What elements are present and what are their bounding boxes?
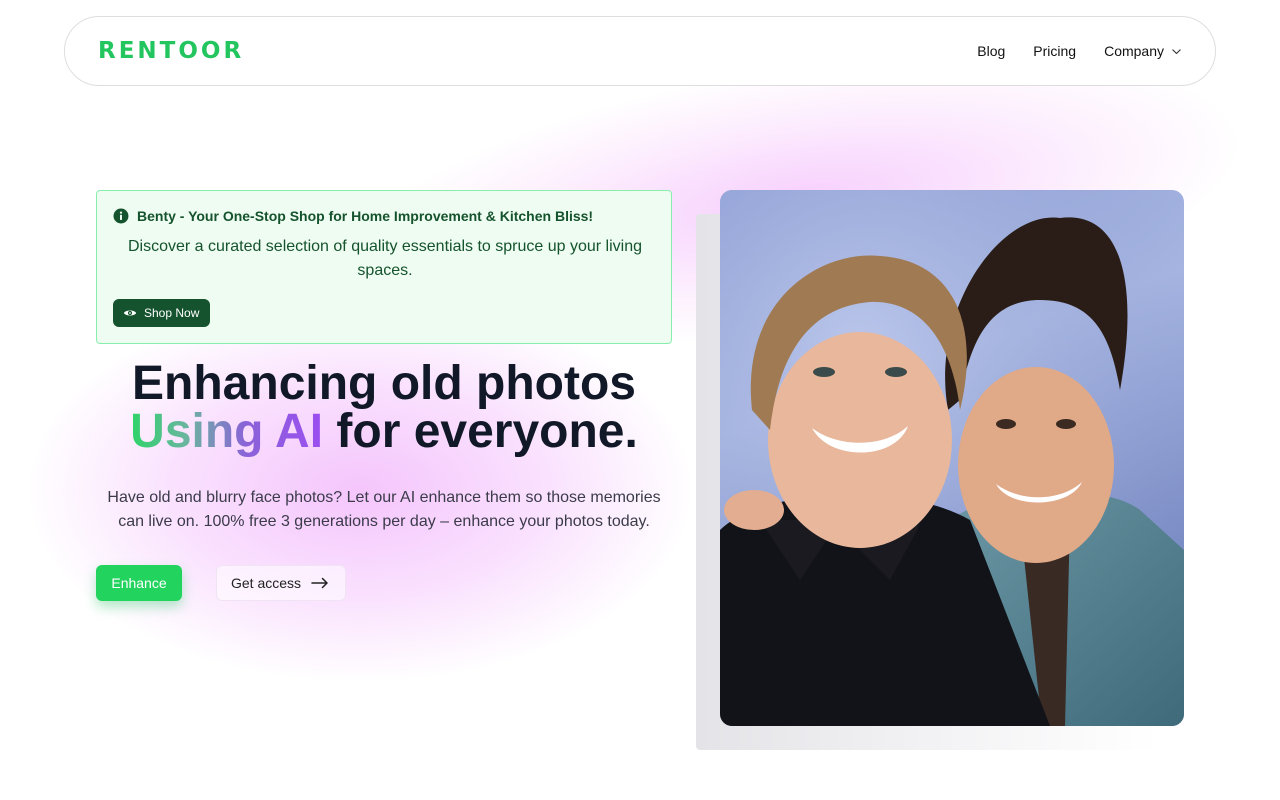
nav-link-blog[interactable]: Blog — [977, 43, 1005, 59]
headline-rest: for everyone. — [323, 405, 638, 458]
logo[interactable]: RENTOOR — [98, 38, 244, 64]
hero-headline: Enhancing old photos Using AI for everyo… — [96, 360, 672, 456]
headline-gradient-text: Using AI — [130, 405, 324, 458]
get-access-label: Get access — [231, 575, 302, 591]
navbar: RENTOOR Blog Pricing Company — [64, 16, 1216, 86]
hero-photo — [720, 190, 1184, 726]
info-icon — [113, 208, 129, 224]
alert-body: Discover a curated selection of quality … — [127, 238, 643, 279]
alert-title: Benty - Your One-Stop Shop for Home Impr… — [137, 208, 594, 224]
enhance-button[interactable]: Enhance — [96, 565, 182, 601]
shop-now-button[interactable]: Shop Now — [113, 299, 211, 327]
get-access-button[interactable]: Get access — [216, 565, 347, 601]
enhanced-portrait-image — [720, 190, 1184, 726]
headline-line-1: Enhancing old photos — [132, 357, 636, 410]
hero-description: Have old and blurry face photos? Let our… — [107, 489, 661, 530]
nav-links: Blog Pricing Company — [977, 43, 1183, 59]
arrow-right-icon — [311, 577, 328, 589]
alert-title-row: Benty - Your One-Stop Shop for Home Impr… — [113, 208, 593, 224]
promo-alert: Benty - Your One-Stop Shop for Home Impr… — [96, 190, 672, 344]
nav-link-company[interactable]: Company — [1104, 43, 1183, 59]
eye-icon — [123, 310, 137, 316]
shop-now-label: Shop Now — [144, 306, 200, 320]
nav-link-pricing[interactable]: Pricing — [1033, 43, 1076, 59]
nav-link-company-label: Company — [1104, 43, 1164, 59]
chevron-down-icon — [1172, 48, 1181, 54]
